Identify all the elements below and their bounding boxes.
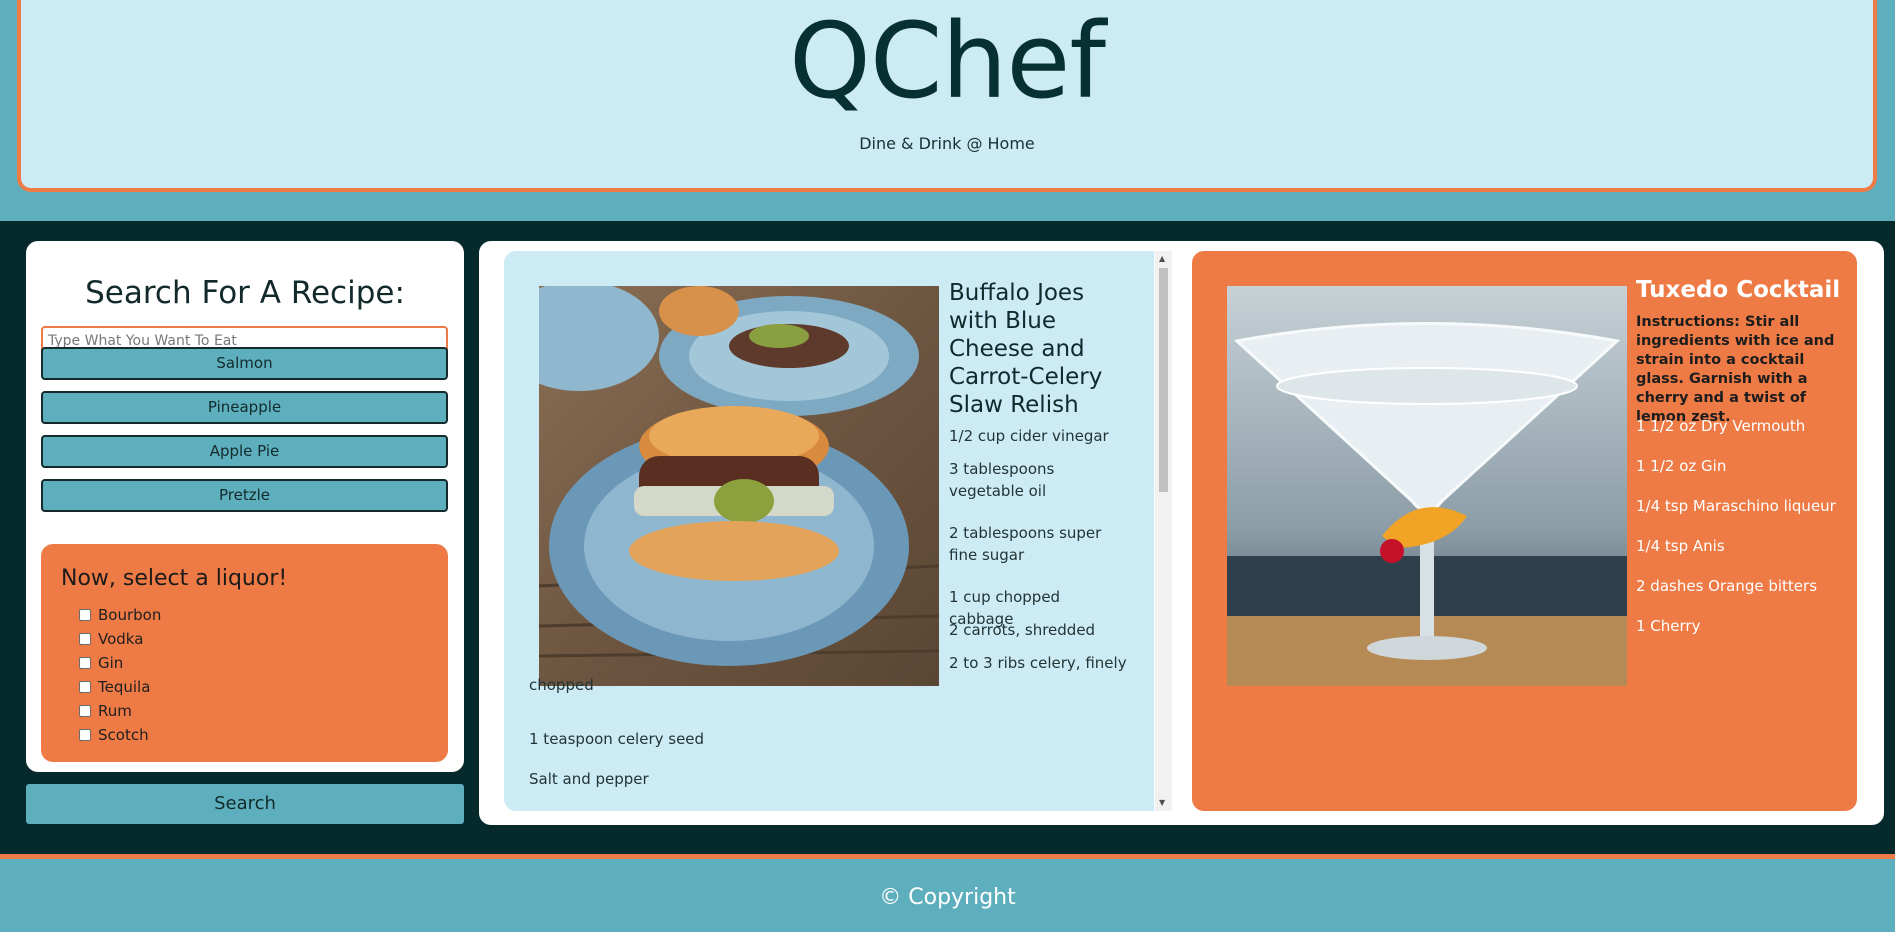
results-panel: Buffalo Joes with Blue Cheese and Carrot… [479, 241, 1884, 825]
checkbox[interactable] [79, 705, 91, 717]
quick-search-button-pretzle[interactable]: Pretzle [41, 479, 448, 512]
checkbox[interactable] [79, 657, 91, 669]
scroll-up-icon[interactable]: ▲ [1159, 254, 1165, 264]
liquor-label: Scotch [98, 726, 149, 744]
checkbox[interactable] [79, 729, 91, 741]
scroll-down-icon[interactable]: ▼ [1159, 798, 1165, 808]
liquor-title: Now, select a liquor! [61, 566, 288, 591]
search-title: Search For A Recipe: [85, 275, 405, 311]
cocktail-ingredient: 1 Cherry [1636, 617, 1701, 635]
liquor-label: Bourbon [98, 606, 162, 624]
site-title: QChef [789, 0, 1106, 122]
cocktail-instructions: Instructions: Stir all ingredients with … [1636, 314, 1835, 425]
liquor-label: Gin [98, 654, 124, 672]
quick-search-button-pineapple[interactable]: Pineapple [41, 391, 448, 424]
liquor-option-rum[interactable]: Rum [79, 699, 161, 723]
cocktail-title: Tuxedo Cocktail [1636, 277, 1841, 303]
cocktail-ingredient: 2 dashes Orange bitters [1636, 577, 1818, 595]
search-panel: Search For A Recipe: Salmon Pineapple Ap… [26, 241, 464, 772]
recipe-ingredient: 3 tablespoons vegetable oil [949, 460, 1055, 500]
checkbox[interactable] [79, 633, 91, 645]
quick-search-button-salmon[interactable]: Salmon [41, 347, 448, 380]
liquor-option-bourbon[interactable]: Bourbon [79, 603, 161, 627]
cocktail-ingredient: 1 1/2 oz Dry Vermouth [1636, 417, 1806, 435]
site-tagline: Dine & Drink @ Home [859, 134, 1035, 153]
site-header: QChef Dine & Drink @ Home [17, 0, 1877, 192]
liquor-label: Tequila [98, 678, 151, 696]
liquor-label: Vodka [98, 630, 144, 648]
liquor-selector: Now, select a liquor! Bourbon Vodka Gin … [41, 544, 448, 762]
cocktail-image [1227, 286, 1627, 686]
recipe-ingredient: 2 carrots, shredded [949, 621, 1096, 639]
cocktail-ingredient: 1/4 tsp Anis [1636, 537, 1725, 555]
recipe-ingredient: 1/2 cup cider vinegar [949, 427, 1109, 445]
liquor-option-scotch[interactable]: Scotch [79, 723, 161, 747]
recipe-ingredient: 1 teaspoon celery seed [529, 730, 705, 748]
main-content: Search For A Recipe: Salmon Pineapple Ap… [0, 221, 1895, 854]
cocktail-card: Tuxedo Cocktail Instructions: Stir all i… [1192, 251, 1857, 811]
search-button[interactable]: Search [26, 784, 464, 824]
recipe-title: Buffalo Joes with Blue Cheese and Carrot… [949, 280, 1103, 418]
recipe-card: Buffalo Joes with Blue Cheese and Carrot… [504, 251, 1154, 811]
recipe-ingredient: 2 to 3 ribs celery, finely chopped [529, 654, 1127, 694]
liquor-option-vodka[interactable]: Vodka [79, 627, 161, 651]
checkbox[interactable] [79, 609, 91, 621]
site-footer: © Copyright [0, 859, 1895, 932]
recipe-ingredient: 2 tablespoons super fine sugar [949, 524, 1102, 564]
scroll-thumb[interactable] [1159, 268, 1168, 492]
liquor-option-gin[interactable]: Gin [79, 651, 161, 675]
cocktail-ingredient: 1 1/2 oz Gin [1636, 457, 1727, 475]
liquor-label: Rum [98, 702, 132, 720]
liquor-list: Bourbon Vodka Gin Tequila Rum Scotch [79, 603, 161, 747]
recipe-image [539, 286, 939, 686]
quick-search-button-apple-pie[interactable]: Apple Pie [41, 435, 448, 468]
recipe-scrollbar[interactable]: ▲ ▼ [1155, 251, 1172, 811]
cocktail-ingredient: 1/4 tsp Maraschino liqueur [1636, 497, 1836, 515]
liquor-option-tequila[interactable]: Tequila [79, 675, 161, 699]
copyright-text: © Copyright [879, 885, 1016, 910]
checkbox[interactable] [79, 681, 91, 693]
recipe-ingredient: Salt and pepper [529, 770, 649, 788]
